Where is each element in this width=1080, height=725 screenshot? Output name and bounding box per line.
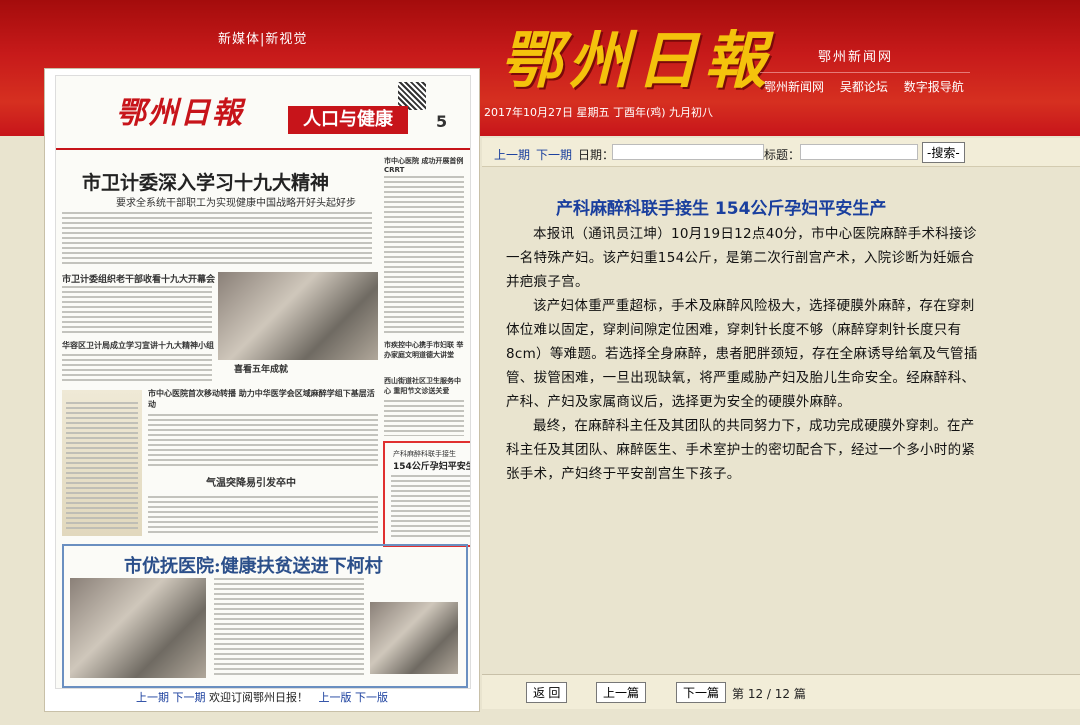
welcome-text: 欢迎订阅鄂州日报！ [209, 691, 308, 704]
article-paragraph: 该产妇体重严重超标，手术及麻醉风险极大，选择硬膜外麻醉，存在穿刺体位难以固定，穿… [506, 298, 978, 410]
text-block [384, 176, 464, 336]
date-label: 日期： [578, 148, 615, 162]
feature-title: 市优抚医院:健康扶贫送进下柯村 [124, 556, 383, 577]
side-head: 市中心医院首次移动转播 助力中华医学会区域麻醉学组下基层活动 [148, 389, 375, 409]
text-block [66, 402, 138, 530]
issue-date: 2017年10月27日 星期五 丁酉年(鸡) 九月初八 [484, 106, 714, 119]
side-head: 西山街道社区卫生服务中心 重阳节文诊送关爱 [384, 377, 461, 395]
text-block [62, 212, 372, 264]
back-button[interactable]: 返 回 [526, 682, 568, 703]
article-count: 第 12 / 12 篇 [732, 687, 806, 701]
text-block [391, 475, 470, 537]
side-head: 市卫计委组织老干部收看十九大开幕会 [62, 275, 216, 285]
next-article-button[interactable]: 下一篇 [676, 682, 727, 703]
page-preview-panel: 鄂州日報 人口与健康 5 市卫计委深入学习十九大精神 要求全系统干部职工为实现健… [44, 68, 480, 712]
text-block [148, 496, 378, 536]
newspaper-logo: 鄂州日報 [500, 24, 773, 97]
title-label: 标题： [764, 148, 801, 162]
article-body: 本报讯（通讯员江坤）10月19日12点40分，市中心医院麻醉手术科接诊一名特殊产… [506, 222, 984, 486]
text-block [148, 414, 378, 468]
slogan: 新媒体|新视觉 [218, 32, 308, 47]
nav-link-forum[interactable]: 吴都论坛 [840, 80, 888, 94]
nav-link-epaper[interactable]: 数字报导航 [904, 80, 964, 94]
page-number: 5 [436, 112, 448, 131]
date-input[interactable] [612, 144, 764, 160]
photo-caption: 喜看五年成就 [234, 365, 289, 375]
divider [760, 72, 970, 73]
nav-link-news[interactable]: 鄂州新闻网 [764, 80, 824, 94]
text-block [62, 354, 212, 384]
feature-photo [370, 602, 458, 674]
page-nav: 上一期 下一期 欢迎订阅鄂州日报！ 上一版 下一版 [45, 689, 479, 705]
page-masthead: 鄂州日報 人口与健康 5 [56, 76, 470, 150]
title-input[interactable] [800, 144, 918, 160]
side-head: 气温突降易引发卒中 [206, 478, 296, 489]
page-subhead: 要求全系统干部职工为实现健康中国战略开好头起好步 [116, 198, 356, 209]
article-content: 产科麻醉科联手接生 154公斤孕妇平安生产 本报讯（通讯员江坤）10月19日12… [482, 166, 1080, 674]
search-button[interactable]: -搜索- [922, 142, 965, 163]
article-paragraph: 本报讯（通讯员江坤）10月19日12点40分，市中心医院麻醉手术科接诊一名特殊产… [506, 226, 977, 290]
next-issue-link[interactable]: 下一期 [536, 146, 572, 163]
newspaper-page-image[interactable]: 鄂州日報 人口与健康 5 市卫计委深入学习十九大精神 要求全系统干部职工为实现健… [55, 75, 471, 689]
page-headline: 市卫计委深入学习十九大精神 [82, 172, 330, 194]
article-nav: 返 回 上一篇 下一篇 第 12 / 12 篇 [482, 674, 1080, 709]
text-block [62, 286, 212, 334]
text-block [214, 578, 364, 678]
page-logo: 鄂州日報 [116, 96, 244, 131]
side-head: 华容区卫计局成立学习宣讲十九大精神小组 [62, 341, 214, 350]
text-block [384, 400, 464, 436]
next-page-link[interactable]: 下一版 [355, 691, 388, 704]
feature-box: 市优抚医院:健康扶贫送进下柯村 [62, 544, 468, 688]
prev-article-button[interactable]: 上一篇 [596, 682, 647, 703]
highlighted-article[interactable]: 产科麻醉科联手接生 154公斤孕妇平安生产 [383, 441, 470, 547]
search-toolbar: 上一期 下一期 日期： 标题： -搜索- [482, 138, 1080, 167]
feature-photo [70, 578, 206, 678]
side-head: 市疾控中心携手市妇联 举办家庭文明道德大讲堂 [384, 341, 464, 359]
news-photo [218, 272, 378, 360]
prev-issue-link[interactable]: 上一期 [494, 146, 530, 163]
next-issue-link[interactable]: 下一期 [173, 691, 206, 704]
header-nav: 鄂州新闻网 吴都论坛 数字报导航 [764, 78, 976, 95]
site-name: 鄂州新闻网 [818, 50, 894, 65]
article-title: 产科麻醉科联手接生 154公斤孕妇平安生产 [556, 199, 887, 219]
prev-issue-link[interactable]: 上一期 [136, 691, 169, 704]
highlight-line-2: 154公斤孕妇平安生产 [393, 462, 470, 472]
side-head: 市中心医院 成功开展首例CRRT [384, 157, 464, 174]
article-paragraph: 最终，在麻醉科主任及其团队的共同努力下，成功完成硬膜外穿刺。在产科主任及其团队、… [506, 418, 976, 482]
prev-page-link[interactable]: 上一版 [319, 691, 352, 704]
highlight-line-1: 产科麻醉科联手接生 [393, 450, 456, 458]
page-section: 人口与健康 [288, 106, 408, 134]
